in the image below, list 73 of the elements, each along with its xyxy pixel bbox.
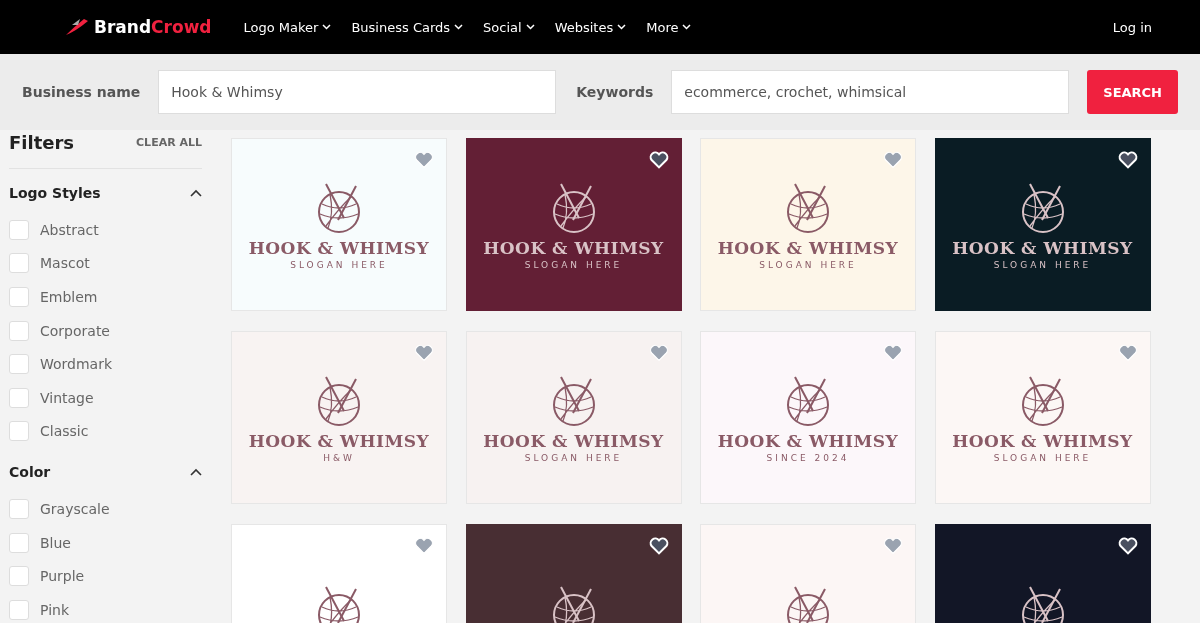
filter-option-label: Grayscale [40,500,110,517]
filter-section-header[interactable]: Logo Styles [9,179,202,207]
logo-card[interactable]: HOOK & WHIMSY SINCE 2024 [700,331,916,504]
logo-tagline-text: SLOGAN HERE [759,259,857,270]
search-button[interactable]: SEARCH [1087,70,1178,114]
logo-name-text: HOOK & WHIMSY [717,430,899,451]
business-name-input[interactable]: Hook & Whimsy [158,70,557,114]
logo-name-text: HOOK & WHIMSY [483,430,664,451]
logo-name-text: HOOK & WHIMSY [248,237,430,258]
logo-tagline-text: SLOGAN HERE [290,259,388,270]
filter-option-label: Abstract [40,221,99,238]
logo-name-text: HOOK & WHIMSY [717,237,899,258]
chevron-down-icon [454,24,464,30]
chevron-down-icon [617,24,627,30]
logo-tagline-text: SLOGAN HERE [993,452,1092,463]
logo-name-text: HOOK & WHIMSY [483,237,664,258]
logo-name-text: HOOK & WHIMSY [248,430,430,451]
logo-card[interactable]: HOOK & WHIMSY SLOGAN HERE [465,138,682,311]
heart-icon[interactable] [1117,151,1138,169]
nav-menu-item[interactable]: Websites [554,19,627,35]
logo-tagline-text: SLOGAN HERE [524,259,623,270]
filter-option-label: Mascot [40,255,90,272]
filter-option-label: Emblem [40,289,98,305]
filter-section-header[interactable]: Color [9,458,202,487]
checkbox[interactable] [9,387,29,408]
chevron-down-icon [525,24,535,30]
logo-card[interactable]: HOOK & WHIMSY SLOGAN HERE [465,331,682,504]
checkbox[interactable] [9,599,29,620]
filters-title: Filters [9,131,75,153]
logo-name-text: HOOK & WHIMSY [952,237,1133,258]
checkbox[interactable] [9,354,29,375]
logo-card[interactable]: HOOK & WHIMSY SLOGAN HERE [934,138,1151,311]
filter-option-label: Classic [40,423,89,440]
checkbox[interactable] [9,498,29,519]
checkbox[interactable] [9,253,29,274]
checkbox[interactable] [9,532,29,553]
logo-card[interactable]: HOOK & WHIMSY H&W [231,331,447,504]
heart-icon[interactable] [1117,537,1138,555]
checkbox[interactable] [9,219,29,240]
clear-all-link[interactable]: CLEAR ALL [136,135,202,149]
checkbox[interactable] [9,287,29,307]
checkbox[interactable] [9,320,29,341]
logo-card[interactable]: HOOK & WHIMSY SLOGAN HERE [934,331,1151,504]
logo-tagline-text: H&W [323,452,355,463]
chevron-up-icon [190,189,202,197]
nav-menu-item[interactable]: Logo Maker [243,19,332,35]
keywords-label: Keywords [576,84,654,100]
logo-tagline-text: SINCE 2024 [766,452,850,463]
nav-menu-item[interactable]: More [646,19,692,35]
filter-option-label: Purple [40,568,85,585]
chevron-up-icon [190,468,202,477]
logo-name-text: HOOK & WHIMSY [952,430,1133,451]
heart-icon[interactable] [648,151,669,169]
heart-icon[interactable] [648,537,669,555]
logo-tagline-text: SLOGAN HERE [993,259,1092,270]
chevron-down-icon [682,24,692,30]
chevron-down-icon [322,24,332,30]
nav-menu-item[interactable]: Social [483,19,535,35]
logo-tagline-text: SLOGAN HERE [524,452,623,463]
checkbox[interactable] [9,566,29,587]
login-link[interactable]: Log in [1112,19,1152,35]
filter-option-label: Pink [40,601,69,618]
business-name-label: Business name [22,84,141,100]
logo-card[interactable]: HOOK & WHIMSY SLOGAN HERE [231,138,447,311]
nav-menu-item[interactable]: Business Cards [351,19,464,35]
brand-logo[interactable]: BrandCrowd [64,17,212,37]
logo-card[interactable]: HOOK & WHIMSY SLOGAN HERE [700,138,916,311]
checkbox[interactable] [9,421,29,442]
filter-option-label: Wordmark [40,356,113,373]
keywords-input[interactable]: ecommerce, crochet, whimsical [671,70,1070,114]
filter-option-label: Corporate [40,322,110,339]
filter-option-label: Blue [40,534,71,551]
filter-option-label: Vintage [40,389,94,406]
